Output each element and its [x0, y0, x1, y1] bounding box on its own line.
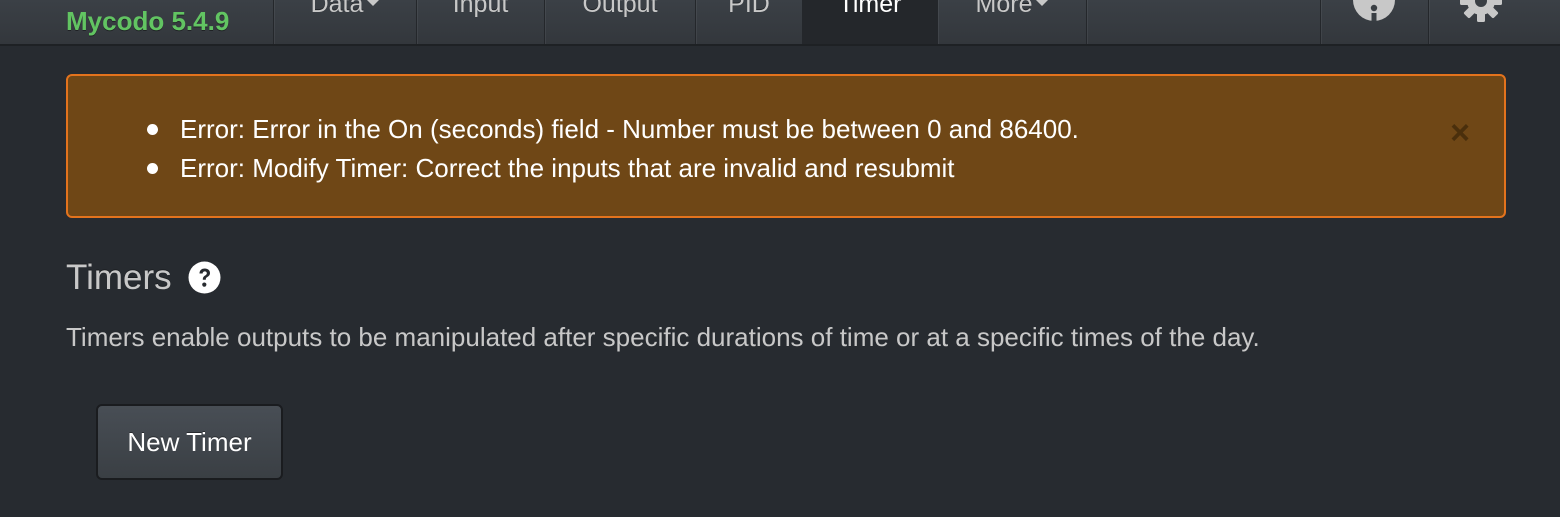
nav-item-pid[interactable]: PID	[696, 0, 802, 44]
nav-item-more[interactable]: More	[938, 0, 1086, 44]
gear-icon[interactable]	[1460, 0, 1502, 27]
nav-divider	[1086, 0, 1087, 44]
nav-item-timer[interactable]: Timer	[803, 0, 937, 44]
brand-logo[interactable]: Mycodo 5.4.9	[66, 4, 229, 38]
error-alert: Error: Error in the On (seconds) field -…	[66, 74, 1506, 218]
nav-item-data[interactable]: Data	[274, 0, 416, 44]
error-list: Error: Error in the On (seconds) field -…	[147, 110, 1079, 188]
nav-divider	[1320, 0, 1321, 44]
top-navbar: Mycodo 5.4.9 Data Input Output PID Timer…	[0, 0, 1560, 46]
nav-item-label: Timer	[838, 0, 902, 18]
nav-item-label: Data	[310, 0, 364, 18]
error-message: Error: Error in the On (seconds) field -…	[147, 110, 1079, 149]
nav-divider	[1428, 0, 1429, 44]
nav-item-label: PID	[728, 0, 770, 18]
nav-item-input[interactable]: Input	[417, 0, 544, 44]
nav-item-label: Output	[582, 0, 658, 18]
close-icon[interactable]: ×	[1450, 116, 1470, 150]
page-description: Timers enable outputs to be manipulated …	[66, 322, 1260, 352]
error-message: Error: Modify Timer: Correct the inputs …	[147, 149, 1079, 188]
nav-item-output[interactable]: Output	[545, 0, 695, 44]
nav-item-label: More	[975, 0, 1033, 18]
info-icon[interactable]	[1352, 0, 1396, 27]
page-title: Timers	[66, 258, 172, 297]
nav-item-label: Input	[452, 0, 509, 18]
new-timer-button[interactable]: New Timer	[96, 404, 283, 480]
caret-down-icon	[367, 0, 380, 7]
caret-down-icon	[1036, 0, 1049, 7]
question-circle-icon[interactable]	[188, 261, 221, 299]
